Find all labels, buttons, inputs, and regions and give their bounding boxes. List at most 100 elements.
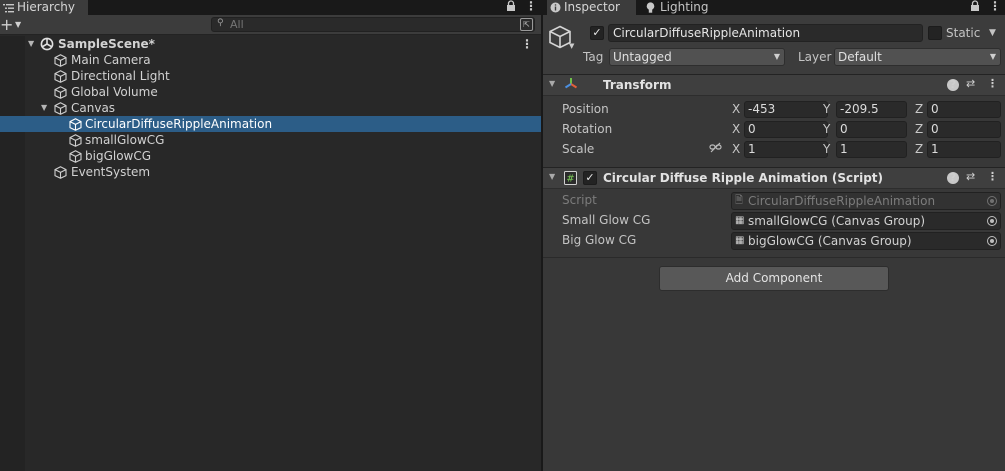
tab-inspector-label: Inspector — [564, 0, 620, 14]
add-component-button[interactable]: Add Component — [659, 266, 889, 291]
axis-y-label: Y — [823, 122, 831, 136]
expand-arrow-icon[interactable]: ▼ — [28, 36, 34, 52]
rotation-z-field[interactable]: 0 — [927, 121, 1001, 138]
object-picker-icon[interactable] — [987, 216, 997, 226]
tag-value: Untagged — [613, 50, 672, 64]
axis-z-label: Z — [915, 142, 924, 156]
rotation-x-field[interactable]: 0 — [744, 121, 828, 138]
kebab-icon[interactable]: ⋮ — [525, 0, 537, 13]
hierarchy-item-main-camera[interactable]: Main Camera — [0, 52, 541, 68]
hierarchy-item-label: CircularDiffuseRippleAnimation — [85, 117, 273, 131]
expand-arrow-icon[interactable]: ▼ — [41, 100, 47, 116]
scale-y-field[interactable]: 1 — [836, 141, 907, 158]
script-label: Script — [562, 193, 597, 207]
script-component-header[interactable]: ▼ # ✓ Circular Diffuse Ripple Animation … — [543, 167, 1005, 189]
preset-sliders-icon[interactable]: ⇄ — [966, 170, 975, 183]
big-glow-cg-value: bigGlowCG (Canvas Group) — [748, 234, 912, 248]
tab-lighting[interactable]: Lighting — [643, 0, 723, 15]
foldout-arrow-icon[interactable]: ▼ — [549, 172, 555, 181]
help-icon[interactable]: ? — [947, 172, 959, 184]
preset-sliders-icon[interactable]: ⇄ — [966, 77, 975, 90]
scale-x-field[interactable]: 1 — [744, 141, 828, 158]
kebab-icon[interactable]: ⋮ — [987, 170, 998, 183]
hierarchy-item-label: Global Volume — [71, 85, 158, 99]
svg-text:#: # — [566, 174, 574, 185]
hierarchy-item-event-system[interactable]: EventSystem — [0, 164, 541, 180]
hierarchy-item-label: bigGlowCG — [85, 149, 152, 163]
script-file-icon: 🗎 — [735, 195, 744, 206]
divider — [543, 257, 1005, 258]
tag-label: Tag — [583, 50, 604, 64]
transform-component-header[interactable]: ▼ Transform ? ⇄ ⋮ — [543, 74, 1005, 96]
gameobject-cube-icon — [69, 134, 82, 147]
axis-y-label: Y — [823, 102, 831, 116]
position-z-field[interactable]: 0 — [927, 101, 1001, 118]
tag-dropdown[interactable]: Untagged ▼ — [609, 48, 785, 66]
gameobject-cube-icon — [54, 70, 67, 83]
inspector-panel: Inspector Lighting ⋮ ▼ ✓ CircularDiffuse… — [543, 0, 1005, 471]
kebab-icon[interactable]: ⋮ — [989, 0, 1001, 13]
gameobject-cube-icon — [54, 166, 67, 179]
canvas-group-icon: ▦ — [735, 215, 745, 226]
axis-x-label: X — [732, 102, 741, 116]
gameobject-cube-icon — [54, 54, 67, 67]
small-glow-cg-field[interactable]: ▦ smallGlowCG (Canvas Group) — [731, 212, 1001, 230]
caret-down-icon: ▼ — [15, 20, 22, 29]
kebab-icon[interactable]: ⋮ — [987, 77, 998, 90]
script-enabled-checkbox[interactable]: ✓ — [583, 171, 597, 185]
big-glow-cg-field[interactable]: ▦ bigGlowCG (Canvas Group) — [731, 232, 1001, 250]
hierarchy-item-big-glow-cg[interactable]: bigGlowCG — [0, 148, 541, 164]
canvas-group-icon: ▦ — [735, 235, 745, 246]
link-constrain-icon[interactable] — [709, 141, 722, 158]
rotation-label: Rotation — [562, 122, 613, 136]
static-checkbox[interactable] — [928, 26, 942, 40]
active-checkbox[interactable]: ✓ — [590, 26, 604, 40]
help-icon[interactable]: ? — [947, 79, 959, 91]
plus-icon: + — [0, 15, 14, 34]
info-icon — [550, 2, 561, 16]
hierarchy-item-global-volume[interactable]: Global Volume — [0, 84, 541, 100]
hierarchy-item-directional-light[interactable]: Directional Light — [0, 68, 541, 84]
foldout-arrow-icon[interactable]: ▼ — [549, 79, 555, 88]
lock-icon[interactable] — [506, 0, 516, 15]
tab-inspector[interactable]: Inspector — [547, 0, 636, 15]
hierarchy-item-circular-diffuse-ripple-animation[interactable]: CircularDiffuseRippleAnimation — [0, 116, 541, 132]
transform-gizmo-icon — [564, 77, 578, 94]
gameobject-cube-icon — [69, 118, 82, 131]
script-hash-icon: # — [564, 171, 577, 188]
tab-hierarchy[interactable]: Hierarchy — [0, 0, 88, 15]
script-component-title: Circular Diffuse Ripple Animation (Scrip… — [603, 171, 884, 185]
rotation-y-field[interactable]: 0 — [836, 121, 907, 138]
caret-down-icon[interactable]: ▼ — [569, 42, 574, 50]
hierarchy-item-small-glow-cg[interactable]: smallGlowCG — [0, 132, 541, 148]
create-button[interactable]: + ▼ — [0, 16, 26, 34]
inspector-tab-bar: Inspector Lighting ⋮ — [543, 0, 1005, 15]
search-input[interactable] — [230, 18, 510, 31]
scene-kebab-icon[interactable]: ⋮ — [521, 36, 533, 52]
object-picker-icon — [987, 196, 997, 206]
axis-x-label: X — [732, 142, 741, 156]
layer-dropdown[interactable]: Default ▼ — [834, 48, 1001, 66]
transform-title: Transform — [603, 78, 672, 92]
lock-icon[interactable] — [970, 0, 980, 15]
axis-x-label: X — [732, 122, 741, 136]
object-header: ▼ ✓ CircularDiffuseRippleAnimation Stati… — [543, 15, 1005, 76]
scale-z-field[interactable]: 1 — [927, 141, 1001, 158]
position-y-field[interactable]: -209.5 — [836, 101, 907, 118]
gameobject-cube-icon — [69, 150, 82, 163]
unity-scene-icon — [40, 37, 54, 51]
position-x-field[interactable]: -453 — [744, 101, 828, 118]
scale-label: Scale — [562, 142, 595, 156]
static-dropdown-caret-icon[interactable]: ▼ — [989, 24, 996, 42]
hierarchy-search[interactable]: ⚲ ⇱ — [211, 17, 535, 32]
object-name-field[interactable]: CircularDiffuseRippleAnimation — [608, 24, 923, 42]
object-picker-icon[interactable] — [987, 236, 997, 246]
search-filter-icon[interactable]: ⇱ — [520, 18, 533, 31]
layer-value: Default — [838, 50, 882, 64]
position-label: Position — [562, 102, 609, 116]
hierarchy-panel: Hierarchy ⋮ +▼ ⚲ ⇱ ▼ SampleScene* ⋮ Main… — [0, 0, 541, 471]
scene-row[interactable]: ▼ SampleScene* ⋮ — [0, 36, 541, 52]
big-glow-cg-label: Big Glow CG — [562, 233, 637, 247]
gameobject-cube-icon — [54, 102, 67, 115]
hierarchy-item-canvas[interactable]: ▼ Canvas — [0, 100, 541, 116]
